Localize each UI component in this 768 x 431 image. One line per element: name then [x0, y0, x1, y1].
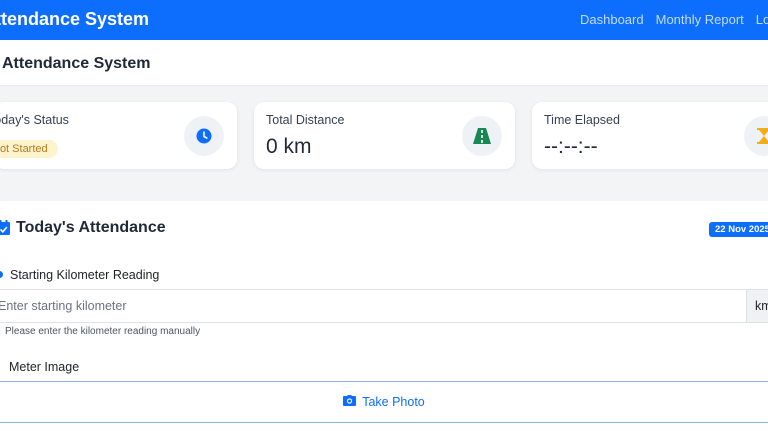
- nav-link-logout[interactable]: Logout: [756, 12, 768, 27]
- nav-links: Dashboard Monthly Report Logout: [580, 12, 768, 27]
- km-unit-addon: km: [746, 290, 768, 322]
- camera-icon: [343, 395, 357, 409]
- distance-card-label: Total Distance: [266, 113, 345, 127]
- page-header: Attendance System: [0, 40, 768, 85]
- date-badge: 22 Nov 2025: [709, 222, 768, 237]
- status-card: Today's Status Not Started: [0, 102, 237, 169]
- take-photo-button[interactable]: Take Photo: [0, 381, 768, 423]
- status-badge: Not Started: [0, 140, 58, 158]
- km-reading-label: Starting Kilometer Reading: [10, 268, 160, 282]
- distance-value: 0 km: [266, 135, 312, 158]
- status-card-label: Today's Status: [0, 113, 69, 127]
- km-help-text: Please enter the kilometer reading manua…: [5, 326, 201, 337]
- km-input[interactable]: [0, 290, 746, 322]
- road-icon: [462, 116, 502, 156]
- meter-image-label: Meter Image: [9, 360, 80, 374]
- attendance-title: Today's Attendance: [16, 219, 166, 236]
- elapsed-card: Time Elapsed --:--:--: [532, 102, 768, 169]
- navbar: Attendance System Dashboard Monthly Repo…: [0, 0, 768, 40]
- bullet-dot-icon: [0, 271, 3, 278]
- distance-card: Total Distance 0 km: [254, 102, 515, 169]
- km-input-group: km: [0, 289, 768, 323]
- calendar-check-icon: [0, 220, 10, 240]
- elapsed-card-label: Time Elapsed: [544, 113, 620, 127]
- brand-title[interactable]: Attendance System: [0, 9, 149, 30]
- clock-icon: [184, 116, 224, 156]
- nav-link-monthly-report[interactable]: Monthly Report: [656, 12, 744, 27]
- page-title: Attendance System: [2, 55, 151, 72]
- elapsed-value: --:--:--: [544, 135, 598, 158]
- take-photo-label: Take Photo: [362, 395, 425, 409]
- nav-link-dashboard[interactable]: Dashboard: [580, 12, 644, 27]
- hourglass-icon: [744, 116, 768, 156]
